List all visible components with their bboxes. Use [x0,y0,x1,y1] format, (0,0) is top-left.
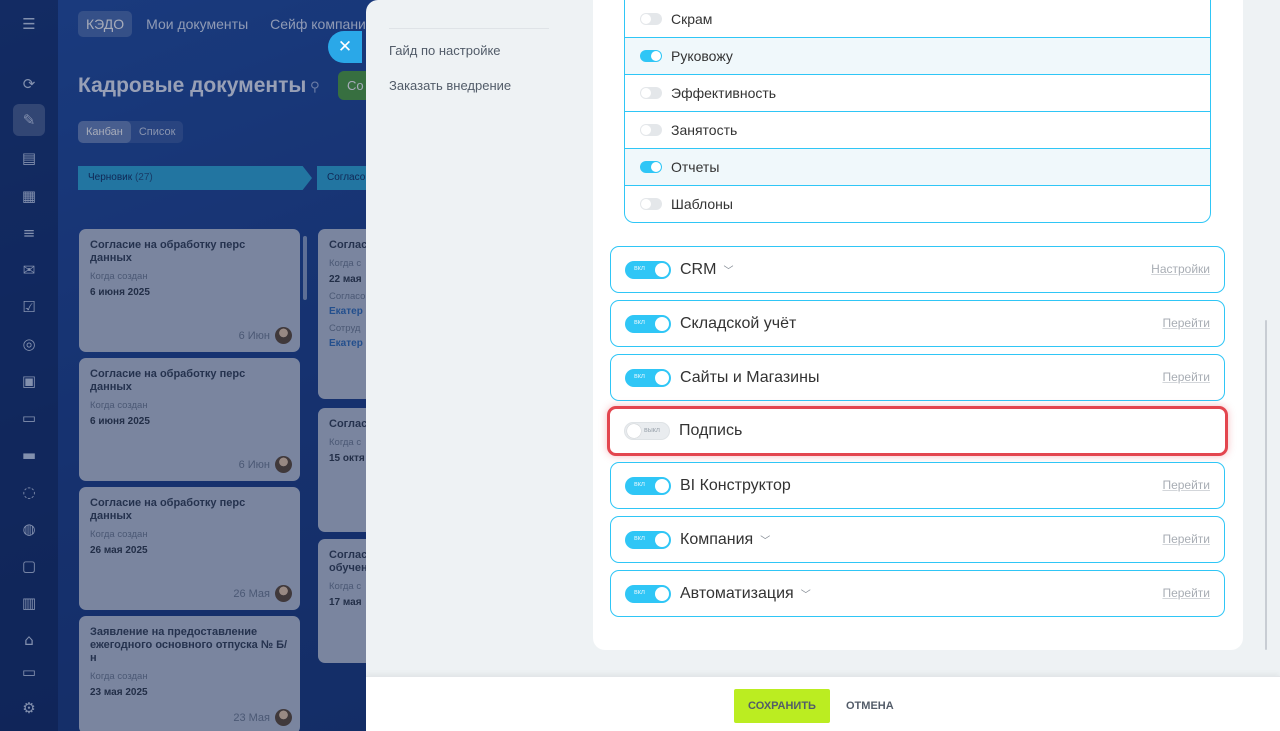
toggle-state-label: вкл [634,534,645,542]
toggle-knob [655,586,669,601]
save-button[interactable]: Сохранить [734,689,830,723]
toggle-state-label: вкл [634,588,645,596]
settings-slider: Гайд по настройке Заказать внедрение Скр… [366,0,1280,731]
toggle-knob [655,478,669,493]
module-toggle[interactable]: вкл [625,314,671,333]
sidebar-divider [389,28,549,29]
module-link[interactable]: Перейти [1162,586,1210,600]
toggle-knob [655,532,669,547]
module-row[interactable]: выкл Подпись [607,406,1228,456]
module-toggle[interactable]: вкл [625,476,671,495]
chevron-down-icon[interactable]: ﹀ [801,586,811,601]
sub-module-item[interactable]: Руковожу [625,37,1210,74]
module-toggle[interactable]: вкл [625,260,671,279]
slider-sidebar: Гайд по настройке Заказать внедрение [389,28,549,113]
module-name: CRM [680,260,717,278]
module-name: Подпись [679,422,743,439]
chevron-down-icon[interactable]: ﹀ [760,532,770,547]
sub-module-toggle[interactable] [640,50,662,62]
module-toggle[interactable]: вкл [625,584,671,603]
module-link[interactable]: Перейти [1162,532,1210,546]
module-toggle[interactable]: вкл [625,530,671,549]
toggle-state-label: вкл [634,264,645,272]
module-name: Складской учёт [680,314,797,332]
toggle-knob [655,370,669,385]
sub-module-item[interactable]: Шаблоны [625,185,1210,222]
chevron-down-icon[interactable]: ﹀ [723,262,733,277]
sub-module-label: Скрам [671,10,713,27]
close-icon[interactable]: ✕ [328,31,362,63]
sub-module-label: Шаблоны [671,196,733,212]
toggle-knob [655,316,669,331]
module-row[interactable]: вкл Сайты и Магазины Перейти [610,354,1225,401]
sub-module-toggle[interactable] [640,198,662,210]
sub-module-item[interactable]: Отчеты [625,148,1210,185]
toggle-state-label: выкл [644,427,660,434]
module-toggle[interactable]: вкл [625,368,671,387]
sub-module-toggle[interactable] [640,87,662,99]
module-row[interactable]: вкл Автоматизация ﹀ Перейти [610,570,1225,617]
module-row[interactable]: вкл Компания ﹀ Перейти [610,516,1225,563]
content-scrollbar[interactable] [1265,320,1267,650]
module-name: BI Конструктор [680,476,791,494]
toggle-knob [655,262,669,277]
module-link[interactable]: Перейти [1162,370,1210,384]
toggle-state-label: вкл [634,372,645,380]
module-row[interactable]: вкл CRM ﹀ Настройки [610,246,1225,293]
sub-module-item[interactable]: Занятость [625,111,1210,148]
sub-module-label: Отчеты [671,159,720,175]
sub-module-toggle[interactable] [640,161,662,173]
module-row[interactable]: вкл BI Конструктор Перейти [610,462,1225,509]
sub-module-list: Скрам Руковожу Эффективность Занятость Отчет… [624,0,1211,223]
module-link[interactable]: Перейти [1162,478,1210,492]
module-link[interactable]: Перейти [1162,316,1210,330]
module-name: Компания [680,530,754,548]
module-toggle[interactable]: выкл [624,422,670,440]
sub-module-item[interactable]: Скрам [625,0,1210,37]
slider-footer: Сохранить Отмена [366,676,1280,731]
sub-module-item[interactable]: Эффективность [625,74,1210,111]
sub-module-toggle[interactable] [640,12,662,25]
module-name: Сайты и Магазины [680,368,820,386]
sub-module-toggle[interactable] [640,124,662,136]
cancel-button[interactable]: Отмена [846,689,894,723]
toggle-state-label: вкл [634,318,645,326]
sub-module-label: Занятость [671,122,738,138]
sidebar-link-guide[interactable]: Гайд по настройке [389,43,549,58]
module-name: Автоматизация [680,584,794,602]
toggle-state-label: вкл [634,480,645,488]
sub-module-label: Эффективность [671,85,777,101]
sidebar-link-order[interactable]: Заказать внедрение [389,78,549,93]
modules-content: Скрам Руковожу Эффективность Занятость Отчет… [593,0,1243,650]
module-row[interactable]: вкл Складской учёт Перейти [610,300,1225,347]
sub-module-label: Руковожу [671,48,733,64]
module-link[interactable]: Настройки [1151,262,1210,276]
toggle-knob [627,424,641,438]
